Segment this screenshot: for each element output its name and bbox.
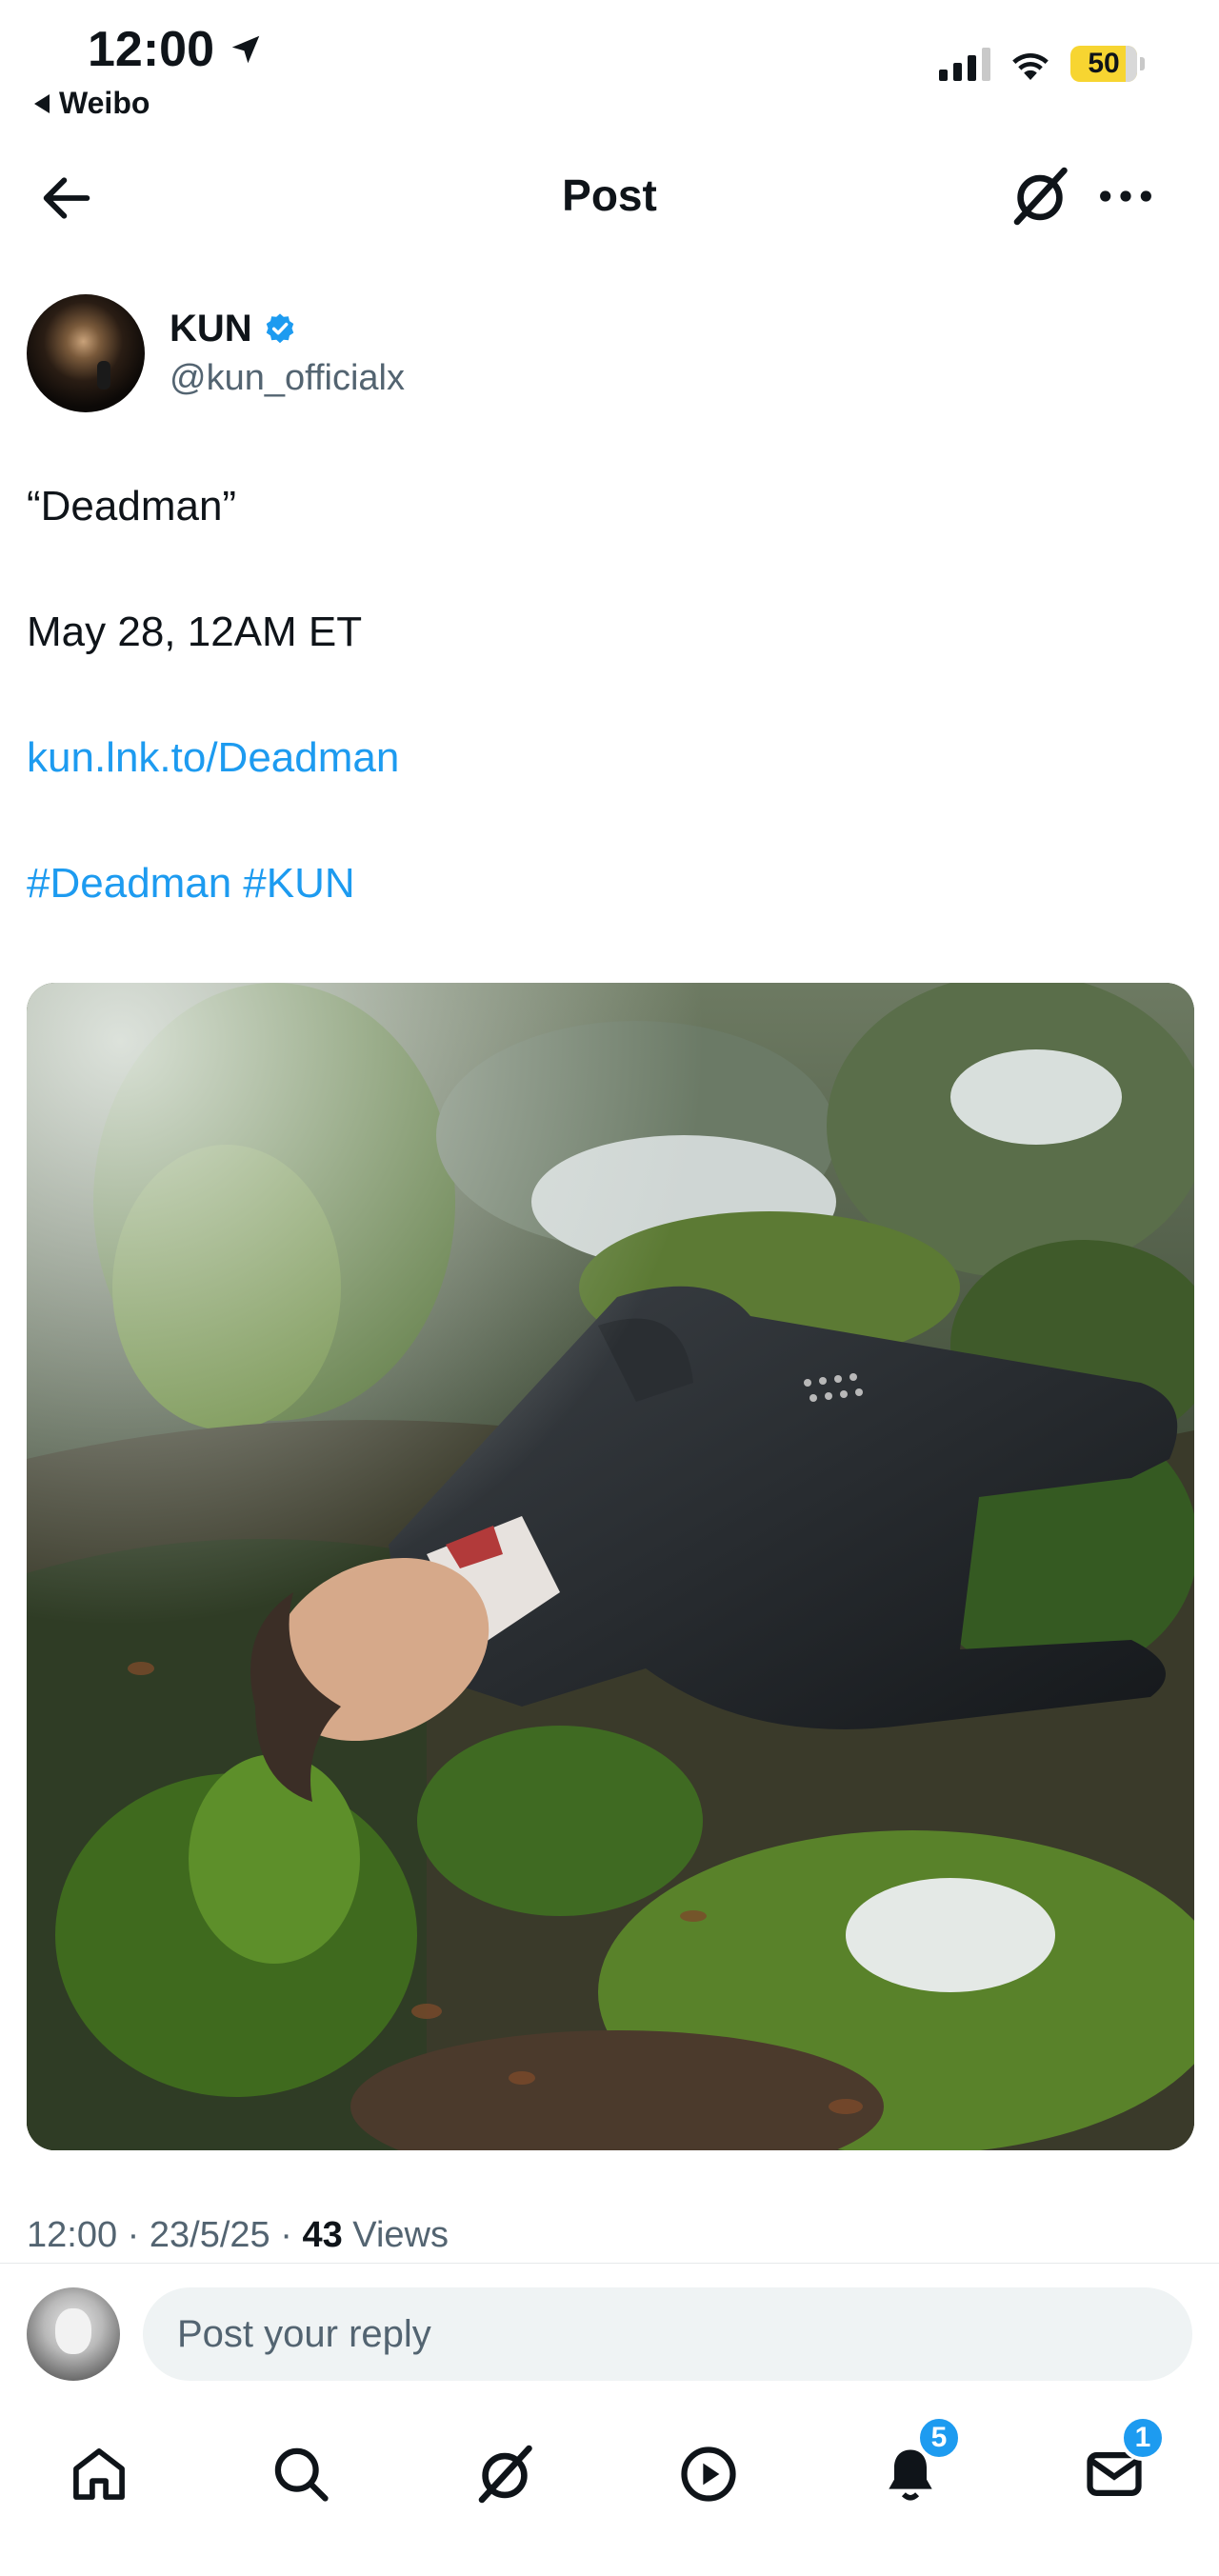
- battery-icon: 50: [1070, 46, 1145, 82]
- clock-text: 12:00: [88, 22, 214, 77]
- post-author[interactable]: KUN @kun_officialx: [27, 293, 405, 413]
- separator: ·: [117, 2215, 150, 2255]
- wifi-icon: [1012, 52, 1049, 80]
- author-avatar[interactable]: [27, 294, 145, 412]
- post-timestamp: 12:00 · 23/5/25 · 43 Views: [27, 2215, 449, 2256]
- bottom-tab-bar: 5 1: [0, 2415, 1219, 2524]
- grok-icon[interactable]: [1006, 162, 1074, 230]
- home-icon: [73, 2448, 125, 2500]
- tab-messages[interactable]: 1: [1076, 2415, 1166, 2512]
- author-handle[interactable]: @kun_officialx: [170, 358, 405, 399]
- views-count[interactable]: 43: [302, 2215, 342, 2255]
- notifications-badge: 5: [916, 2415, 962, 2461]
- more-options-icon[interactable]: [1095, 173, 1156, 219]
- separator: ·: [270, 2215, 303, 2255]
- tab-search[interactable]: [263, 2436, 339, 2512]
- post-date: 23/5/25: [149, 2215, 270, 2255]
- battery-percent: 50: [1088, 48, 1120, 79]
- tab-notifications[interactable]: 5: [872, 2415, 962, 2512]
- hashtag-kun[interactable]: #KUN: [243, 860, 354, 907]
- post-text-date: May 28, 12AM ET: [27, 609, 363, 655]
- tab-grok[interactable]: [467, 2436, 543, 2512]
- hashtag-deadman[interactable]: #Deadman: [27, 860, 231, 907]
- cellular-signal-icon: [939, 47, 990, 81]
- post-image[interactable]: [27, 983, 1194, 2150]
- views-label: Views: [342, 2215, 449, 2255]
- user-avatar[interactable]: [27, 2287, 120, 2381]
- reply-input[interactable]: Post your reply: [143, 2287, 1192, 2381]
- reply-bar: Post your reply: [0, 2278, 1219, 2392]
- video-icon: [681, 2446, 736, 2502]
- verified-badge-icon: [266, 312, 293, 343]
- grok-icon: [478, 2445, 532, 2504]
- post-text-title: “Deadman”: [27, 483, 237, 529]
- back-app-label: Weibo: [59, 86, 150, 120]
- back-triangle-icon: [34, 93, 50, 113]
- author-name[interactable]: KUN: [170, 308, 252, 350]
- messages-badge: 1: [1120, 2415, 1166, 2461]
- search-icon: [274, 2447, 329, 2502]
- status-bar: 12:00 Weibo 50: [0, 0, 1219, 133]
- post-time: 12:00: [27, 2215, 118, 2255]
- divider: [0, 2263, 1219, 2264]
- post-link[interactable]: kun.lnk.to/Deadman: [27, 731, 399, 785]
- post-hashtags: #Deadman #KUN: [27, 857, 355, 910]
- tab-video[interactable]: [670, 2436, 747, 2512]
- location-arrow-icon: [231, 35, 260, 64]
- status-time: 12:00: [88, 21, 264, 78]
- status-indicators: 50: [939, 46, 1145, 82]
- post-header: Post: [0, 143, 1219, 248]
- tab-home[interactable]: [61, 2436, 137, 2512]
- back-to-app-link[interactable]: Weibo: [34, 86, 150, 121]
